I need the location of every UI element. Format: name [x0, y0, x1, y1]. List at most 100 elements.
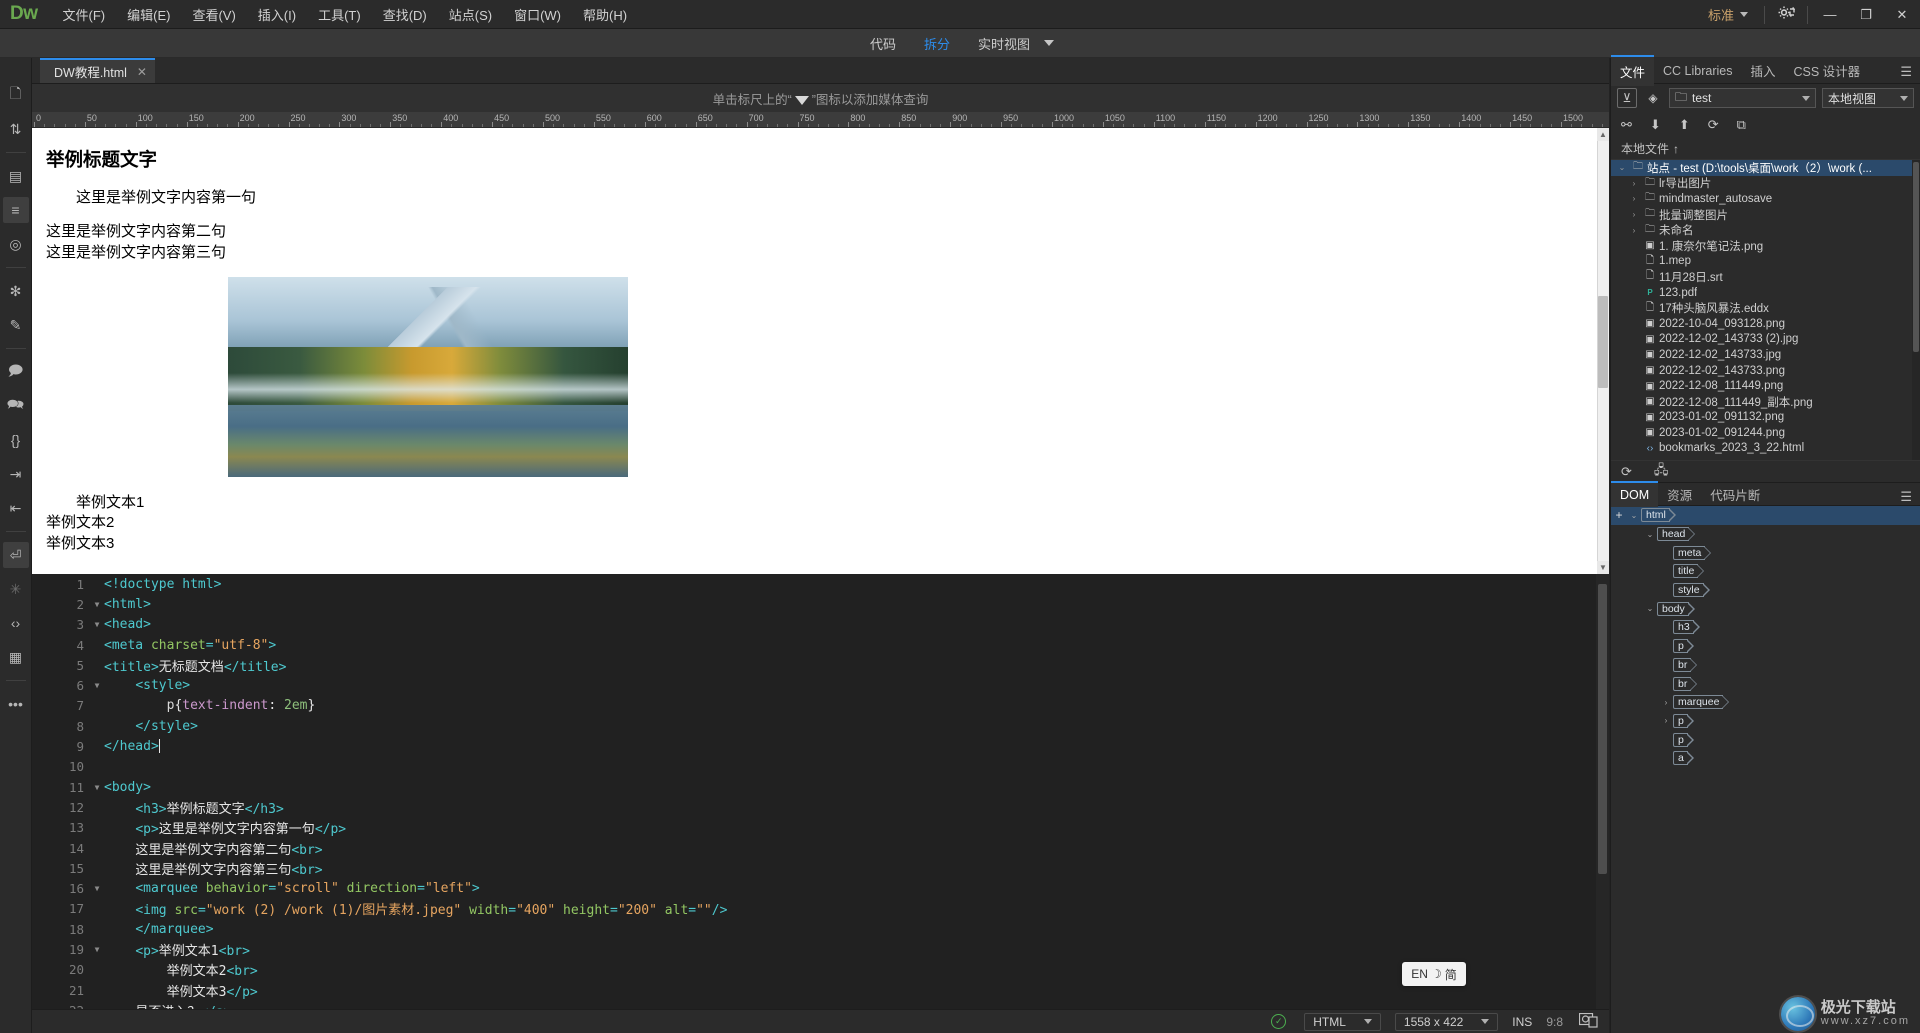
file-row[interactable]: 🗋 17种头脑风暴法.eddx — [1611, 300, 1920, 316]
document-tab[interactable]: DW教程.html ✕ — [40, 58, 155, 83]
dom-tag-chip[interactable]: title — [1673, 564, 1705, 579]
menu-1[interactable]: 编辑(E) — [116, 1, 181, 28]
scroll-up-icon[interactable]: ▲ — [1597, 128, 1609, 141]
dom-node-style[interactable]: style — [1611, 581, 1920, 600]
chevron-right-icon[interactable]: › — [1627, 194, 1641, 203]
file-row[interactable]: 🗋 1.mep — [1611, 254, 1920, 270]
git-icon[interactable]: ◈ — [1643, 88, 1663, 108]
connect-icon[interactable]: ⚯ — [1621, 117, 1632, 133]
code-lines[interactable]: 1 <!doctype html> 2 ▼ <html> 3 ▼ <head> 4 <meta c… — [32, 574, 1609, 1009]
file-row[interactable]: ▣ 2022-12-08_111449_副本.png — [1611, 394, 1920, 410]
code-line[interactable]: 3 ▼ <head> — [32, 615, 1609, 635]
table-icon[interactable]: ▦ — [3, 644, 29, 670]
fold-toggle-icon[interactable]: ▼ — [90, 600, 104, 609]
chevron-down-icon[interactable] — [1802, 95, 1810, 101]
menu-3[interactable]: 插入(I) — [247, 1, 307, 28]
file-list-scroll-thumb[interactable] — [1913, 162, 1919, 352]
sort-ascending-icon[interactable]: ↑ — [1673, 142, 1679, 156]
menu-0[interactable]: 文件(F) — [52, 1, 117, 28]
file-row[interactable]: ▣ 2022-12-02_143733.png — [1611, 363, 1920, 379]
code-line[interactable]: 4 <meta charset="utf-8"> — [32, 635, 1609, 655]
file-row[interactable]: ▣ 1. 康奈尔笔记法.png — [1611, 238, 1920, 254]
put-files-icon[interactable]: ⬆ — [1679, 117, 1690, 133]
code-line[interactable]: 9 </head> — [32, 736, 1609, 756]
chevron-right-icon[interactable]: › — [1627, 226, 1641, 235]
chevron-down-icon[interactable] — [1044, 40, 1055, 46]
hamburger-icon[interactable]: ☰ — [1900, 489, 1912, 505]
code-braces-icon[interactable]: ‹› — [3, 610, 29, 636]
expand-icon[interactable]: ⧉ — [1737, 117, 1746, 133]
code-line[interactable]: 10 — [32, 757, 1609, 777]
refresh-icon[interactable]: ⟳ — [1708, 117, 1719, 133]
code-line[interactable]: 20 举例文本2<br> — [32, 960, 1609, 980]
gear-icon[interactable] — [1769, 5, 1803, 24]
hamburger-icon[interactable]: ☰ — [1900, 64, 1912, 80]
code-text[interactable]: <body> — [104, 780, 151, 795]
site-root-row[interactable]: ⌄ 🗀 站点 - test (D:\tools\桌面\work（2）\work … — [1611, 160, 1920, 176]
fold-toggle-icon[interactable]: ▼ — [90, 681, 104, 690]
code-text[interactable]: <marquee behavior="scroll" direction="le… — [104, 881, 479, 896]
design-canvas[interactable]: 举例标题文字 这里是举例文字内容第一句 这里是举例文字内容第二句 这里是举例文字… — [32, 128, 1609, 574]
dom-node-p[interactable]: › p — [1611, 712, 1920, 731]
code-line[interactable]: 22 是否进入？</a> — [32, 1000, 1609, 1009]
file-row[interactable]: › 🗀 mindmaster_autosave — [1611, 191, 1920, 207]
code-line[interactable]: 21 举例文本3</p> — [32, 980, 1609, 1000]
code-line[interactable]: 18 </marquee> — [32, 919, 1609, 939]
file-row[interactable]: › 🗀 lr导出图片 — [1611, 176, 1920, 192]
dom-tag-chip[interactable]: p — [1673, 639, 1694, 654]
highlight-invalid-icon[interactable]: ✻ — [3, 278, 29, 304]
code-text[interactable]: <title>无标题文档</title> — [104, 656, 286, 675]
dom-tab-1[interactable]: 资源 — [1658, 480, 1701, 509]
chevron-down-icon[interactable] — [1363, 1019, 1372, 1024]
outdent-code-icon[interactable]: ⇤ — [3, 495, 29, 521]
code-text[interactable]: <img src="work (2) /work (1)/图片素材.jpeg" … — [104, 899, 727, 918]
dom-tag-chip[interactable]: marquee — [1673, 695, 1730, 710]
tab-live-view[interactable]: 实时视图 — [964, 30, 1036, 57]
dom-node-head[interactable]: ⌄ head — [1611, 525, 1920, 544]
code-text[interactable]: 这里是举例文字内容第三句<br> — [104, 859, 322, 878]
code-text[interactable]: <h3>举例标题文字</h3> — [104, 798, 283, 817]
dom-node-a[interactable]: a — [1611, 749, 1920, 768]
menu-4[interactable]: 工具(T) — [307, 1, 372, 28]
panel-tab-3[interactable]: CSS 设计器 — [1785, 56, 1870, 85]
restore-button[interactable]: ❐ — [1848, 0, 1884, 29]
file-row[interactable]: 🗋 11月28日.srt — [1611, 269, 1920, 285]
code-line[interactable]: 11 ▼ <body> — [32, 777, 1609, 797]
asterisk-icon[interactable]: ✳ — [3, 576, 29, 602]
panel-tab-1[interactable]: CC Libraries — [1654, 59, 1741, 83]
chevron-down-icon[interactable] — [1740, 12, 1748, 17]
live-code-target-icon[interactable]: ◎ — [3, 231, 29, 257]
code-line[interactable]: 8 </style> — [32, 716, 1609, 736]
rendered-image[interactable] — [228, 277, 628, 477]
chevron-down-icon[interactable]: ⌄ — [1615, 163, 1629, 172]
apply-comment-icon[interactable]: ✎ — [3, 312, 29, 338]
file-rows[interactable]: › 🗀 lr导出图片 › 🗀 mindmaster_autosave › 🗀 批量调整图片 › 🗀 未… — [1611, 176, 1920, 457]
dom-tag-chip[interactable]: html — [1641, 508, 1676, 523]
code-line[interactable]: 12 <h3>举例标题文字</h3> — [32, 797, 1609, 817]
dom-node-marquee[interactable]: › marquee — [1611, 693, 1920, 712]
code-line[interactable]: 13 <p>这里是举例文字内容第一句</p> — [32, 818, 1609, 838]
menu-2[interactable]: 查看(V) — [181, 1, 246, 28]
code-text[interactable]: <head> — [104, 617, 151, 632]
dom-node-html[interactable]: + ⌄ html — [1611, 506, 1920, 525]
scroll-down-icon[interactable]: ▼ — [1597, 561, 1609, 574]
dom-node-body[interactable]: ⌄ body — [1611, 599, 1920, 618]
code-line[interactable]: 6 ▼ <style> — [32, 675, 1609, 695]
dom-tag-chip[interactable]: p — [1673, 732, 1694, 747]
close-icon[interactable]: ✕ — [137, 65, 147, 79]
dom-tag-chip[interactable]: body — [1657, 601, 1695, 616]
more-options-icon[interactable]: ••• — [3, 691, 29, 717]
expand-toggle-icon[interactable]: ⌄ — [1643, 604, 1657, 613]
menu-6[interactable]: 站点(S) — [438, 1, 503, 28]
expand-toggle-icon[interactable]: ⌄ — [1643, 530, 1657, 539]
code-text[interactable]: 这里是举例文字内容第二句<br> — [104, 839, 322, 858]
indent-code-icon[interactable]: ⇥ — [3, 461, 29, 487]
horizontal-ruler[interactable]: 0 50 100 150 200 250 300 350 400 450 500 550 600 650 7… — [32, 112, 1609, 128]
code-line[interactable]: 2 ▼ <html> — [32, 594, 1609, 614]
dom-node-meta[interactable]: meta — [1611, 543, 1920, 562]
file-row[interactable]: ▣ 2022-12-02_143733.jpg — [1611, 347, 1920, 363]
menu-5[interactable]: 查找(D) — [372, 1, 438, 28]
file-row[interactable]: P 123.pdf — [1611, 285, 1920, 301]
dom-node-title[interactable]: title — [1611, 562, 1920, 581]
dom-tag-chip[interactable]: head — [1657, 527, 1696, 542]
